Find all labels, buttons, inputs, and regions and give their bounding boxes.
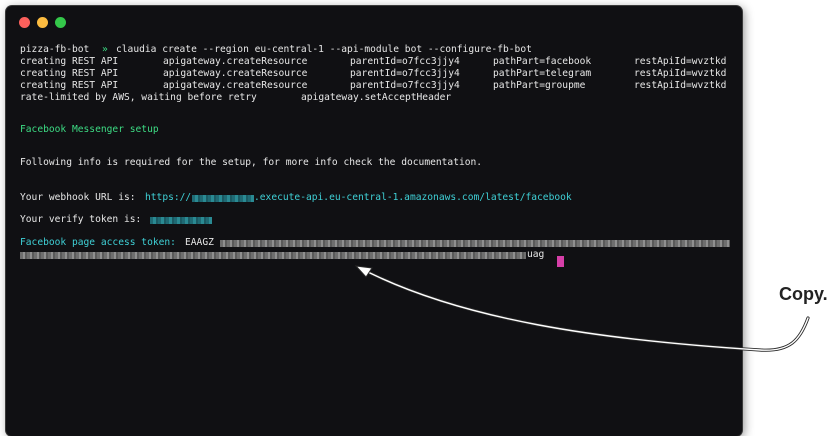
- copy-callout: Copy.: [779, 284, 828, 304]
- copy-arrow-icon: [354, 265, 810, 352]
